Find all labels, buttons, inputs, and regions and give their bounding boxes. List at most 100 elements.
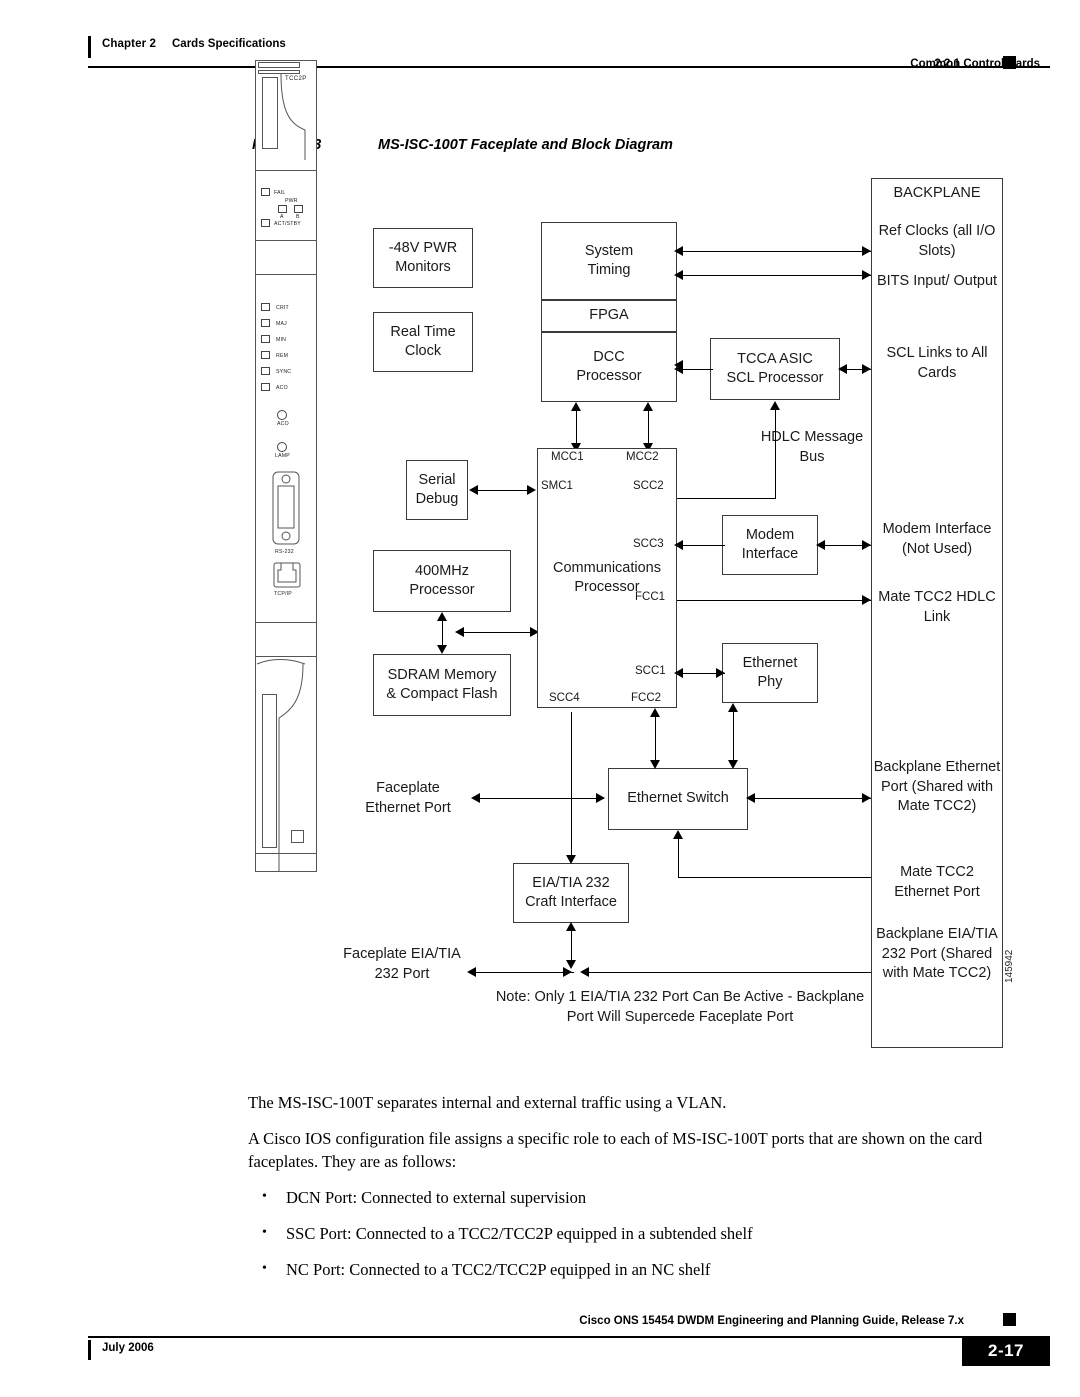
arrow-junction-to-faceplate-eia [467,967,476,977]
block-comm-line2: Processor [574,579,640,595]
block-400mhz-processor: 400MHz Processor [373,550,511,612]
arrow-fcc2-to-switch [650,760,660,769]
block-fpga: FPGA [541,300,677,332]
bullet-icon: • [262,1188,267,1204]
block-tcca-line2: SCL Processor [726,370,824,386]
figure-title: MS-ISC-100T Faceplate and Block Diagram [378,137,673,153]
body-paragraph-1: The MS-ISC-100T separates internal and e… [248,1093,727,1112]
list-item-text: NC Port: Connected to a TCC2/TCC2P equip… [286,1260,711,1280]
port-fcc2: FCC2 [631,692,662,704]
arrow-scc4-to-craft [566,855,576,864]
list-item: • DCN Port: Connected to external superv… [248,1187,1038,1209]
arrow-sdram-to-400mhz [437,612,447,621]
header-square-marker [1003,56,1016,69]
arrow-faceplate-eia-to-junction [563,967,572,977]
block-system-timing: System Timing [541,222,677,300]
bullet-icon: • [262,1261,267,1277]
label-faceplate-ethernet-port: Faceplate Ethernet Port [352,779,464,818]
label-hdlc-line2: Message [804,429,864,445]
header-left-rule [88,36,91,58]
line-phy-switch [733,707,734,764]
line-faceplate-eia-junction [470,972,574,973]
block-serial-debug-line1: Serial [418,471,456,488]
faceplate-top-slot [262,77,278,149]
arrow-comm-to-cpu [455,627,464,637]
block-pwr-monitors-line1: -48V PWR [388,239,458,256]
block-400mhz-line2: Processor [409,582,475,598]
port-scc1: SCC1 [635,665,666,677]
arrow-timing-to-bits [862,270,871,280]
label-fp-eth-line1: Faceplate [376,780,440,796]
block-400mhz-line1: 400MHz [415,562,469,579]
block-sdram-memory: SDRAM Memory & Compact Flash [373,654,511,716]
block-modem-line1: Modem [745,526,795,543]
arrow-backplane-to-tcca [838,364,847,374]
block-sdram-line2: & Compact Flash [386,686,498,702]
footer-square-marker [1003,1313,1016,1326]
backplane-item-mate-eth: Mate TCC2 Ethernet Port [871,863,1003,902]
block-modem-interface: Modem Interface [722,515,818,575]
backplane-item-backplane-eth: Backplane Ethernet Port (Shared with Mat… [871,758,1003,817]
list-item-text: DCN Port: Connected to external supervis… [286,1187,587,1207]
header-section-title: Common Control Cards [910,58,1040,70]
port-mcc2: MCC2 [626,451,659,463]
arrow-switch-to-phy [728,703,738,712]
bp-refclocks-line1: Ref Clocks [878,223,949,239]
arrow-backplane-eth-to-switch [746,793,755,803]
line-timing-bits [677,275,871,276]
backplane-item-bits: BITS Input/ Output [871,272,1003,292]
label-faceplate-eia-port: Faceplate EIA/TIA 232 Port [338,945,466,984]
line-hdlc-to-tcca [775,408,776,498]
block-fpga-line1: FPGA [589,307,629,324]
backplane-item-modem: Modem Interface (Not Used) [871,520,1003,559]
label-hdlc-line3: Bus [799,448,825,465]
line-faceplate-eth-switch [474,798,604,799]
block-tcca-asic: TCCA ASIC SCL Processor [710,338,840,400]
bp-mateeth-line1: Mate TCC2 [900,864,974,880]
line-mate-eth-vertical [678,836,679,878]
arrow-comm-to-serial-debug [469,485,478,495]
block-dcc-line1: DCC [593,348,625,365]
line-fcc1-backplane [677,600,871,601]
backplane-item-mate-hdlc: Mate TCC2 HDLC Link [871,588,1003,627]
faceplate-top-ejector [258,62,300,68]
arrow-switch-to-backplane-eth [862,793,871,803]
list-item: • NC Port: Connected to a TCC2/TCC2P equ… [248,1259,1038,1281]
arrow-timing-to-refclocks [862,246,871,256]
port-mcc1: MCC1 [551,451,584,463]
arrow-backplane-eia-to-junction [580,967,589,977]
block-eia-craft-interface: EIA/TIA 232 Craft Interface [513,863,629,923]
backplane-item-backplane-eia: Backplane EIA/TIA 232 Port (Shared with … [871,925,1003,984]
footer-rule [88,1336,1050,1338]
port-scc2: SCC2 [633,480,664,492]
footer-date: July 2006 [102,1342,154,1354]
arrow-phy-to-switch [728,760,738,769]
line-mate-eth-horizontal [678,877,871,878]
line-hdlc-bottom [677,498,776,499]
arrow-switch-to-fcc2 [650,708,660,717]
port-fcc1: FCC1 [635,591,666,603]
block-sdram-line1: SDRAM Memory [387,666,497,683]
arrow-mcc2-up [643,402,653,411]
arrow-scc1-to-phy [716,668,725,678]
line-dcc-mcc1 [576,406,577,448]
label-diagram-note: Note: Only 1 EIA/TIA 232 Port Can Be Act… [490,988,870,1027]
bp-bpeth-line1: Backplane [873,759,942,775]
label-fp-eth-line2: Ethernet Port [365,799,451,816]
bp-modem-line1: Modem [882,521,931,537]
header-chapter-title: Cards Specifications [172,38,286,50]
arrow-backplane-to-modem [816,540,825,550]
block-rtc-line2: Clock [404,343,442,359]
block-serial-debug-line2: Debug [415,491,459,507]
page-footer [0,1297,1080,1397]
block-system-timing-line2: Timing [587,262,631,278]
bp-bpeth-line4: Mate TCC2) [897,798,977,815]
arrow-hdlc-to-tcca [770,401,780,410]
arrow-modem-to-backplane [862,540,871,550]
label-fp-eia-line1: Faceplate [343,946,407,962]
figure-id-number: 145942 [1004,949,1015,983]
block-pwr-monitors: -48V PWR Monitors [373,228,473,288]
faceplate-top-curve-icon [280,74,306,160]
footer-left-rule [88,1340,91,1360]
bp-bits-line1: BITS Input/ [876,273,950,289]
